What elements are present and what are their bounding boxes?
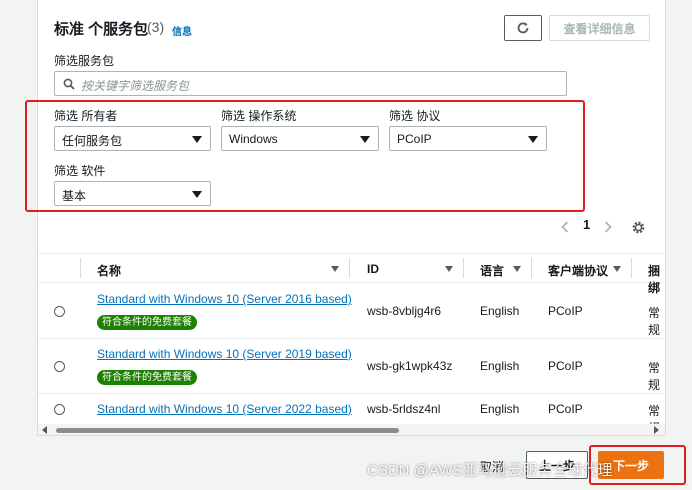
column-divider	[349, 258, 350, 278]
watermark: CSDN @AWS亚马逊云服务全球代理	[367, 462, 613, 479]
bundle-id: wsb-8vbljg4r6	[367, 304, 442, 318]
search-label: 筛选服务包	[54, 54, 115, 68]
bundle-count: (3)	[147, 19, 165, 35]
bundle-type: 常规	[648, 306, 661, 337]
bundle-id: wsb-gk1wpk43z	[367, 359, 453, 373]
bundle-protocol: PCoIP	[548, 359, 583, 373]
refresh-icon	[517, 22, 529, 34]
bundle-protocol: PCoIP	[548, 304, 583, 318]
bundle-name-link[interactable]: Standard with Windows 10 (Server 2022 ba…	[97, 402, 352, 416]
column-divider	[631, 258, 632, 278]
search-input[interactable]: 按关键字筛选服务包	[54, 71, 567, 96]
bundle-language: English	[480, 359, 520, 373]
search-placeholder: 按关键字筛选服务包	[81, 79, 190, 93]
free-tier-badge: 符合条件的免费套餐	[97, 370, 197, 385]
bundle-language: English	[480, 402, 520, 416]
bundle-type: 常规	[648, 361, 661, 392]
column-divider	[531, 258, 532, 278]
bundle-language: English	[480, 304, 520, 318]
sort-icon[interactable]	[513, 266, 521, 272]
panel-title: 标准 个服务包	[54, 21, 149, 38]
bundle-name-link[interactable]: Standard with Windows 10 (Server 2019 ba…	[97, 347, 352, 361]
sort-icon[interactable]	[613, 266, 621, 272]
table-header: 名称 ID 语言 客户端协议 捆绑	[38, 253, 665, 295]
sort-icon[interactable]	[331, 266, 339, 272]
row-radio[interactable]	[54, 404, 65, 415]
search-icon	[63, 78, 75, 90]
gear-icon[interactable]	[631, 220, 646, 235]
scroll-right-icon[interactable]	[654, 426, 659, 434]
scroll-left-icon[interactable]	[42, 426, 47, 434]
column-header-id[interactable]: ID	[367, 262, 379, 276]
table-row[interactable]: Standard with Windows 10 (Server 2019 ba…	[38, 339, 665, 394]
column-divider	[80, 258, 81, 278]
chevron-left-icon[interactable]	[560, 220, 570, 234]
column-header-language[interactable]: 语言	[480, 262, 504, 279]
sort-icon[interactable]	[445, 266, 453, 272]
scrollbar-thumb[interactable]	[56, 428, 399, 433]
bundle-protocol: PCoIP	[548, 402, 583, 416]
column-header-name[interactable]: 名称	[97, 262, 121, 279]
table-row[interactable]: Standard with Windows 10 (Server 2016 ba…	[38, 284, 665, 339]
page-number[interactable]: 1	[583, 217, 590, 232]
column-header-protocol[interactable]: 客户端协议	[548, 262, 608, 279]
column-divider	[463, 258, 464, 278]
horizontal-scrollbar[interactable]	[38, 424, 665, 435]
table-row[interactable]: Standard with Windows 10 (Server 2022 ba…	[38, 394, 665, 435]
chevron-right-icon[interactable]	[603, 220, 613, 234]
bundle-id: wsb-5rldsz4nl	[367, 402, 441, 416]
bundle-name-link[interactable]: Standard with Windows 10 (Server 2016 ba…	[97, 292, 352, 306]
bundle-panel: 标准 个服务包 (3) 信息 查看详细信息 筛选服务包 按关键字筛选服务包 筛选…	[37, 0, 666, 436]
free-tier-badge: 符合条件的免费套餐	[97, 315, 197, 330]
view-details-button[interactable]: 查看详细信息	[549, 15, 650, 41]
row-radio[interactable]	[54, 306, 65, 317]
refresh-button[interactable]	[504, 15, 542, 41]
info-link[interactable]: 信息	[172, 23, 192, 38]
filter-highlight-box	[25, 100, 585, 212]
row-radio[interactable]	[54, 361, 65, 372]
